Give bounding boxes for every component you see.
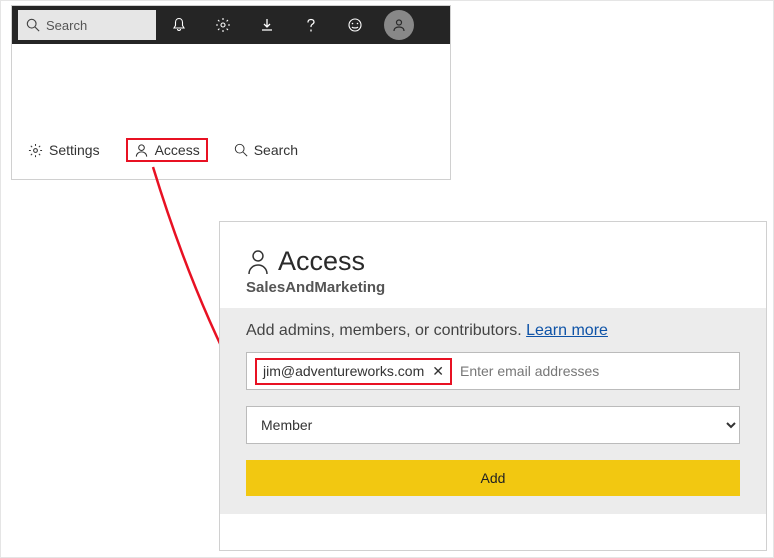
access-prompt: Add admins, members, or contributors. Le… — [246, 322, 740, 340]
tab-settings-label: Settings — [49, 142, 100, 158]
tab-access-label: Access — [155, 142, 200, 158]
gear-icon — [28, 143, 43, 158]
access-body: Add admins, members, or contributors. Le… — [220, 308, 766, 514]
role-select[interactable]: Member — [246, 406, 740, 444]
email-chip-text: jim@adventureworks.com — [263, 363, 424, 379]
tab-settings[interactable]: Settings — [22, 138, 106, 162]
help-icon[interactable] — [290, 6, 332, 44]
topbar: Search — [12, 6, 450, 44]
learn-more-link[interactable]: Learn more — [526, 322, 608, 339]
profile-button[interactable] — [378, 6, 420, 44]
email-input[interactable]: jim@adventureworks.com ✕ Enter email add… — [246, 352, 740, 390]
global-search-placeholder: Search — [46, 18, 87, 33]
email-placeholder: Enter email addresses — [460, 363, 599, 379]
email-chip[interactable]: jim@adventureworks.com ✕ — [255, 358, 452, 385]
feedback-icon[interactable] — [334, 6, 376, 44]
avatar — [384, 10, 414, 40]
access-header: Access SalesAndMarketing — [220, 222, 766, 308]
user-icon — [391, 17, 407, 33]
search-icon — [26, 18, 40, 32]
close-icon[interactable]: ✕ — [432, 363, 444, 380]
access-title: Access — [246, 246, 740, 277]
access-subtitle: SalesAndMarketing — [246, 279, 740, 296]
add-button[interactable]: Add — [246, 460, 740, 496]
person-icon — [134, 143, 149, 158]
toolbar-panel: Search Settings Access — [11, 5, 451, 180]
search-icon — [234, 143, 248, 157]
tab-access[interactable]: Access — [126, 138, 208, 162]
tab-search-label: Search — [254, 142, 298, 158]
tabbar: Settings Access Search — [12, 129, 450, 171]
global-search-input[interactable]: Search — [18, 10, 156, 40]
settings-icon[interactable] — [202, 6, 244, 44]
download-icon[interactable] — [246, 6, 288, 44]
tab-search[interactable]: Search — [228, 138, 304, 162]
person-icon — [246, 248, 270, 276]
notifications-icon[interactable] — [158, 6, 200, 44]
access-panel: Access SalesAndMarketing Add admins, mem… — [219, 221, 767, 551]
